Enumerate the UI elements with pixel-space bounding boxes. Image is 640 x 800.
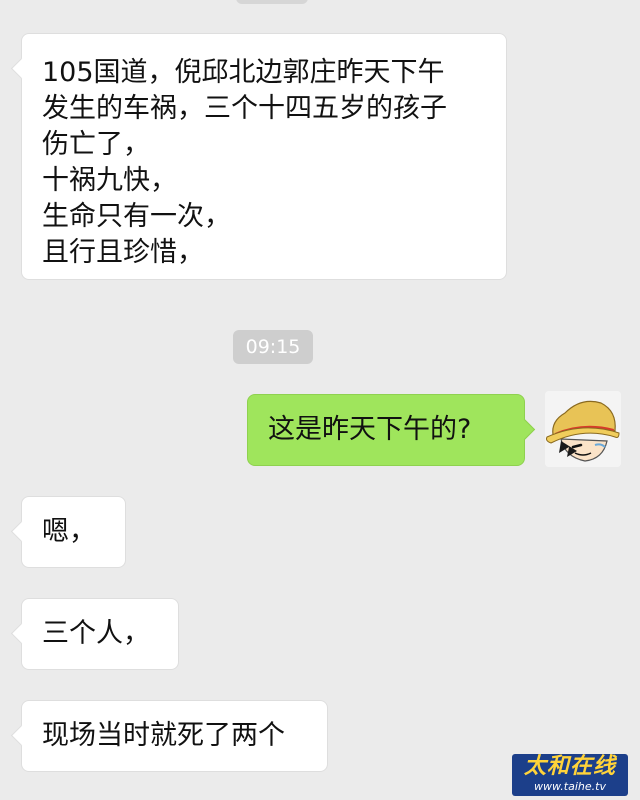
message-text: 这是昨天下午的? <box>268 414 472 445</box>
self-avatar-icon[interactable] <box>545 391 621 467</box>
message-line: 十祸九快， <box>42 165 177 196</box>
watermark-url: www.taihe.tv <box>534 780 606 793</box>
message-text: 嗯， <box>42 516 96 547</box>
message-line: 发生的车祸，三个十四五岁的孩子 <box>42 93 447 124</box>
message-line: 伤亡了， <box>42 129 150 160</box>
message-bubble-incoming-1[interactable]: 105国道，倪邱北边郭庄昨天下午 发生的车祸，三个十四五岁的孩子 伤亡了， 十祸… <box>21 33 507 280</box>
watermark-text: 太和在线 <box>523 754 616 779</box>
message-bubble-outgoing-1[interactable]: 这是昨天下午的? <box>247 394 525 466</box>
message-text: 现场当时就死了两个 <box>42 720 285 751</box>
message-bubble-incoming-3[interactable]: 三个人， <box>21 598 179 670</box>
message-text: 三个人， <box>42 618 150 649</box>
message-bubble-incoming-4[interactable]: 现场当时就死了两个 <box>21 700 328 772</box>
site-watermark-logo: 太和在线 www.taihe.tv <box>512 754 628 796</box>
message-bubble-incoming-2[interactable]: 嗯， <box>21 496 126 568</box>
timestamp: 09:15 <box>233 330 313 364</box>
message-line: 105国道，倪邱北边郭庄昨天下午 <box>42 57 445 88</box>
message-line: 且行且珍惜， <box>42 237 204 268</box>
message-line: 生命只有一次， <box>42 201 231 232</box>
previous-timestamp-pill <box>236 0 308 4</box>
